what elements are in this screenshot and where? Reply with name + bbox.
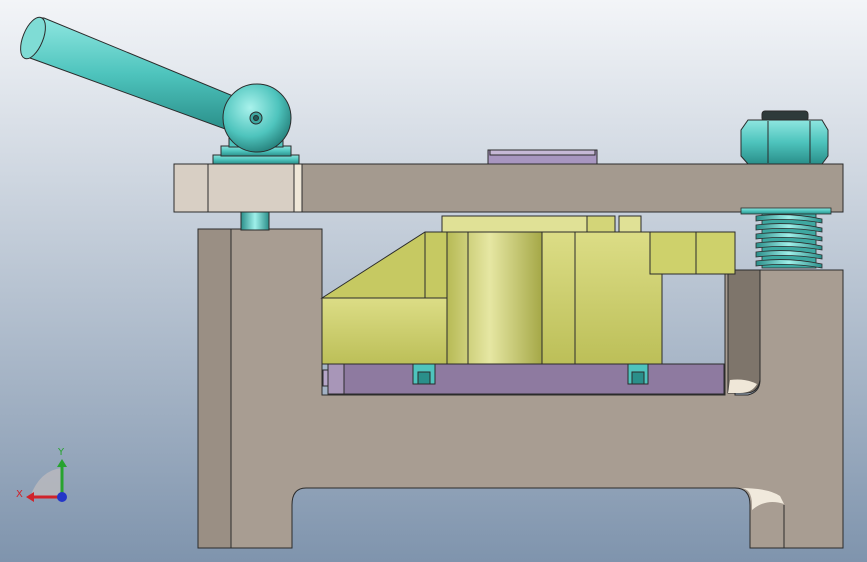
- locator-foot-left-inner: [417, 371, 431, 385]
- pressure-pad-top: [489, 149, 596, 156]
- clamp-plate-slot: [293, 163, 303, 213]
- locator-cylinder: [446, 217, 543, 365]
- clamp-plate-left-face: [173, 163, 295, 213]
- fixture-assembly-drawing[interactable]: Y X: [0, 0, 867, 562]
- locator-top-cap-right: [586, 215, 616, 233]
- locator-right-arm: [649, 231, 736, 275]
- right-cavity: [727, 269, 761, 394]
- spring-washer: [740, 207, 832, 215]
- top-clamp-plate[interactable]: [173, 163, 844, 213]
- purple-support-plate[interactable]: [322, 363, 725, 395]
- cad-viewport[interactable]: Y X: [0, 0, 867, 562]
- ball-cross-hole-inner: [253, 115, 259, 121]
- clamp-plate-body: [299, 163, 844, 213]
- left-post-face: [197, 228, 232, 549]
- locator-foot-right-inner: [631, 371, 645, 385]
- triad-z-axis: [57, 492, 67, 502]
- locator-top-cap: [441, 215, 588, 233]
- triad-y-label: Y: [57, 447, 65, 458]
- left-guide-pin: [240, 211, 270, 231]
- locator-right-block: [541, 231, 663, 365]
- triad-x-label: X: [16, 489, 23, 500]
- purple-plate-body: [327, 363, 725, 395]
- purple-pressure-pad[interactable]: [487, 149, 598, 165]
- guide-pin-shaft: [240, 211, 270, 231]
- purple-plate-left-tab: [322, 369, 329, 387]
- locator-top-cap-small: [618, 215, 642, 233]
- purple-plate-left-edge: [327, 363, 345, 395]
- nut-body: [740, 119, 829, 165]
